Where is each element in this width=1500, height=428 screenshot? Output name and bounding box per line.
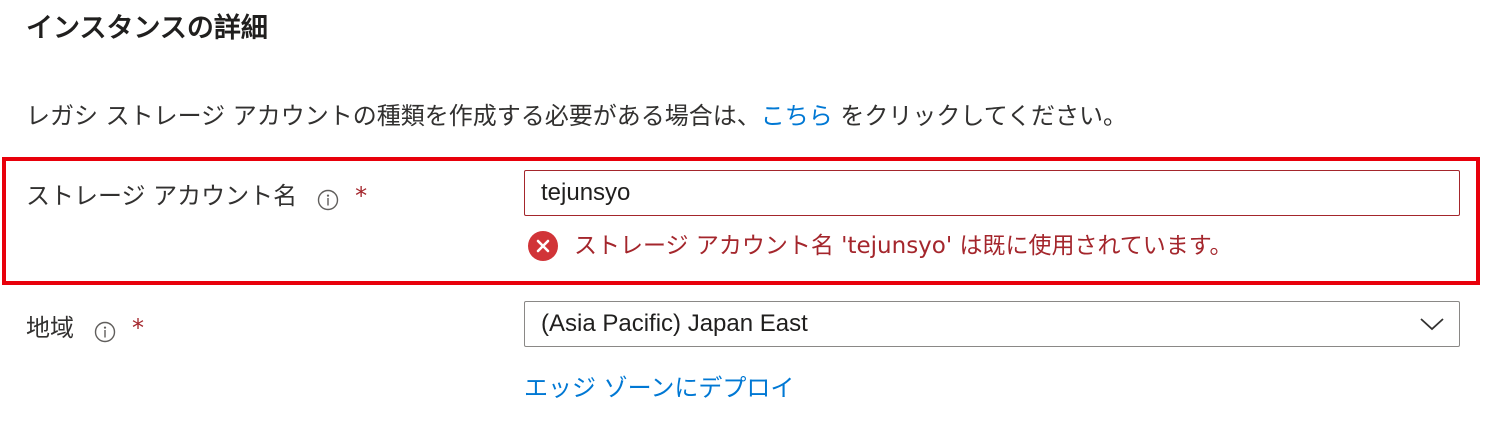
error-circle-icon [528,231,558,261]
region-dropdown[interactable]: (Asia Pacific) Japan East [524,301,1460,347]
deploy-to-edge-zone-link[interactable]: エッジ ゾーンにデプロイ [524,370,794,406]
section-title: インスタンスの詳細 [26,13,268,44]
storage-account-name-input[interactable] [524,170,1460,216]
validation-error-message: ストレージ アカウント名 'tejunsyo' は既に使用されています。 [574,233,1233,259]
region-selected-value: (Asia Pacific) Japan East [541,310,808,337]
legacy-notice-prefix: レガシ ストレージ アカウントの種類を作成する必要がある場合は、 [26,102,761,130]
info-icon[interactable] [317,185,339,211]
info-icon[interactable] [94,317,116,343]
legacy-account-link[interactable]: こちら [761,102,833,130]
required-asterisk: * [132,314,144,342]
validation-error: ストレージ アカウント名 'tejunsyo' は既に使用されています。 [528,229,1233,263]
storage-account-name-label-row: ストレージ アカウント名 * [26,178,367,214]
chevron-down-icon [1419,314,1445,334]
legacy-notice-suffix: をクリックしてください。 [832,102,1127,130]
required-asterisk: * [355,182,368,210]
region-label: 地域 [26,314,74,342]
storage-account-name-label: ストレージ アカウント名 [26,182,298,210]
region-label-row: 地域 * [26,310,144,346]
legacy-account-notice: レガシ ストレージ アカウントの種類を作成する必要がある場合は、こちら をクリッ… [26,98,1127,134]
